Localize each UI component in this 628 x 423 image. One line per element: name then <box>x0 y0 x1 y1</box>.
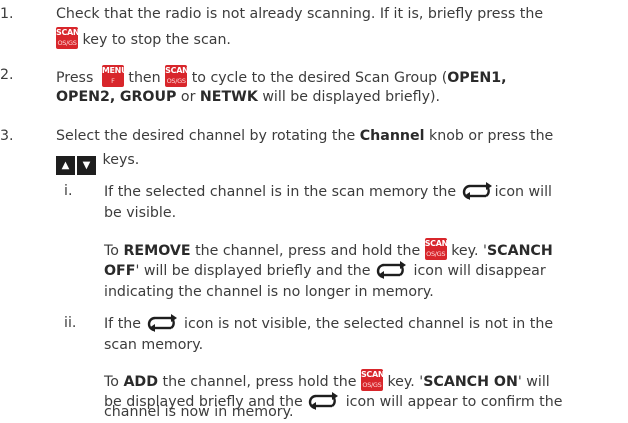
scan-key-icon: SCAN OS/GS <box>56 27 78 49</box>
menu-key-icon: MENUF <box>101 65 124 87</box>
substep-ii-line-2: scan memory. <box>104 337 204 353</box>
scan-key-icon: SCAN OS/GS <box>424 238 447 260</box>
step-1-line-1: Check that the radio is not already scan… <box>56 6 544 22</box>
step-number-1: 1. <box>0 6 14 22</box>
step-number-2: 2. <box>0 67 14 83</box>
step-3-line-2: ▲ ▼ keys. <box>56 150 139 175</box>
scan-memory-icon <box>146 313 180 333</box>
scan-memory-icon <box>461 181 495 201</box>
step-number-3: 3. <box>0 128 14 144</box>
up-arrow-key-icon: ▲ <box>56 156 75 175</box>
step-3-line-1: Select the desired channel by rotating t… <box>56 128 554 144</box>
step-1-line-2: SCAN OS/GS key to stop the scan. <box>56 27 231 49</box>
scan-memory-icon <box>375 260 409 280</box>
down-arrow-key-icon: ▼ <box>77 156 96 175</box>
step-2-line-2: OPEN2, GROUP or NETWK will be displayed … <box>56 89 441 105</box>
substep-i-para-2-line-3: indicating the channel is no longer in m… <box>104 284 434 300</box>
scan-key-icon: SCAN OS/GS <box>360 369 383 391</box>
substep-i-para-2-line-2: OFF' will be displayed briefly and the i… <box>104 260 546 281</box>
scan-key-icon: SCAN OS/GS <box>165 65 188 87</box>
substep-number-i: i. <box>64 183 73 199</box>
substep-i-line-1: If the selected channel is in the scan m… <box>104 181 552 202</box>
substep-ii-para-2-line-3: channel is now in memory. <box>104 404 294 420</box>
substep-i-line-2: be visible. <box>104 205 177 221</box>
substep-ii-line-1: If the icon is not visible, the selected… <box>104 313 553 334</box>
substep-ii-para-2-line-1: To ADD the channel, press hold the SCAN O… <box>104 369 550 391</box>
step-2-line-1: Press MENUF then SCANOS/GS to cycle to t… <box>56 65 507 87</box>
scan-memory-icon <box>307 391 341 411</box>
substep-i-para-2-line-1: To REMOVE the channel, press and hold th… <box>104 238 553 260</box>
substep-number-ii: ii. <box>64 315 77 331</box>
